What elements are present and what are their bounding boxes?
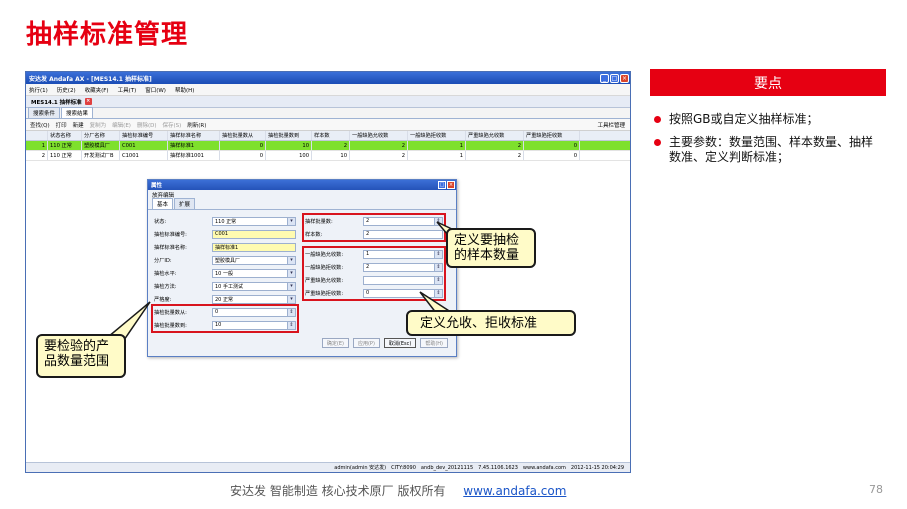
- key-points-list: 按照GB或自定义抽样标准； 主要参数：数量范围、样本数量、抽样数准、定义判断标准…: [654, 112, 879, 173]
- accept-reject-callout: 定义允收、拒收标准: [406, 310, 576, 336]
- footer: 安达发 智能制造 核心技术原厂 版权所有 www.andafa.com: [230, 482, 566, 499]
- page-number: 78: [869, 483, 883, 496]
- list-item: 主要参数：数量范围、样本数量、抽样数准、定义判断标准；: [654, 135, 879, 165]
- footer-link[interactable]: www.andafa.com: [463, 484, 566, 498]
- key-points-header: 要点: [650, 69, 886, 96]
- sample-size-callout: 定义要抽检 的样本数量: [446, 228, 536, 268]
- footer-text: 安达发 智能制造 核心技术原厂 版权所有: [230, 484, 446, 498]
- list-item: 按照GB或自定义抽样标准；: [654, 112, 879, 127]
- lot-range-callout: 要检验的产 品数量范围: [36, 334, 126, 378]
